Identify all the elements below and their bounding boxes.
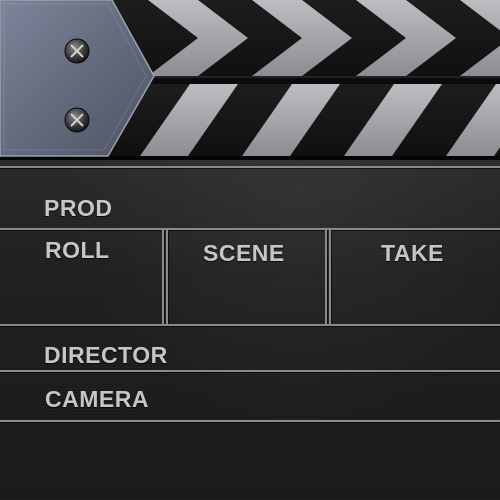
take-field[interactable]: TAKE (331, 230, 500, 324)
camera-field[interactable]: CAMERA (0, 372, 500, 420)
prod-label: PROD (44, 195, 113, 221)
director-field[interactable]: DIRECTOR (0, 326, 500, 370)
director-label: DIRECTOR (44, 342, 168, 368)
clapper-sticks-graphic (0, 0, 500, 160)
take-label: TAKE (381, 240, 444, 266)
slate-board: PROD ROLL SCENE TAKE DIRECTOR CAMERA (0, 160, 500, 500)
roll-label: ROLL (45, 237, 110, 263)
divider-line (0, 420, 500, 422)
camera-label: CAMERA (45, 386, 149, 412)
roll-field[interactable]: ROLL (0, 230, 162, 324)
screw-icon (64, 38, 90, 64)
clapper-sticks (0, 0, 500, 160)
screw-icon (64, 107, 90, 133)
scene-label: SCENE (203, 240, 285, 266)
clapperboard: PROD ROLL SCENE TAKE DIRECTOR CAMERA (0, 0, 500, 500)
prod-field[interactable]: PROD (0, 168, 500, 228)
divider-line (325, 230, 327, 324)
divider-line (162, 230, 164, 324)
scene-field[interactable]: SCENE (168, 230, 325, 324)
